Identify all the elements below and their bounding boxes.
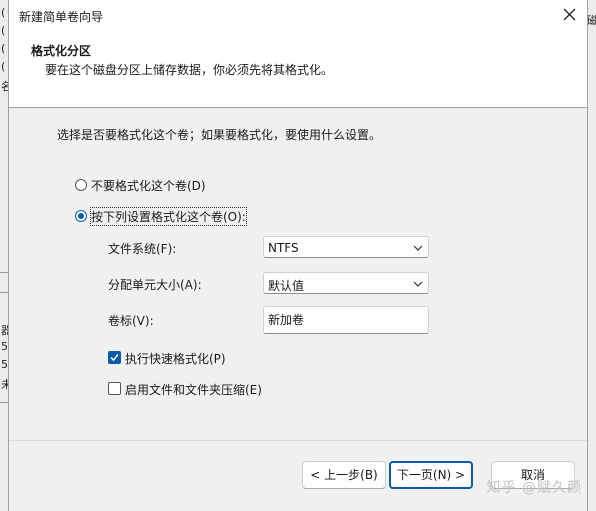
instruction-text: 选择是否要格式化这个卷；如果要格式化，要使用什么设置。 — [57, 128, 382, 142]
radio-no-format[interactable] — [75, 179, 87, 191]
filesystem-label: 文件系统(F): — [108, 242, 177, 256]
radio-format[interactable] — [75, 210, 87, 222]
bg-divider — [0, 402, 8, 403]
bg-fragment: 磁 — [587, 14, 596, 27]
page-subtitle: 要在这个磁盘分区上储存数据，你必须先将其格式化。 — [45, 63, 334, 77]
watermark: 知乎 @赋久颜 — [486, 480, 582, 496]
checkmark-icon — [110, 354, 119, 362]
wizard-header: 格式化分区 要在这个磁盘分区上储存数据，你必须先将其格式化。 — [9, 30, 587, 108]
radio-no-format-label[interactable]: 不要格式化这个卷(D) — [91, 177, 206, 194]
allocation-select[interactable]: 默认值 — [263, 272, 429, 294]
close-icon — [563, 8, 576, 21]
close-button[interactable] — [557, 2, 583, 28]
back-button[interactable]: < 上一步(B) — [302, 461, 386, 489]
compression-checkbox[interactable] — [108, 382, 121, 395]
footer-divider — [9, 440, 587, 441]
quick-format-label[interactable]: 执行快速格式化(P) — [125, 350, 226, 367]
title-bar[interactable]: 新建简单卷向导 — [9, 0, 587, 30]
chevron-down-icon — [413, 245, 423, 251]
page-title: 格式化分区 — [31, 44, 92, 58]
allocation-label: 分配单元大小(A): — [108, 278, 202, 292]
bg-fragment: 5 — [1, 340, 8, 353]
bg-fragment: ( — [1, 6, 6, 19]
window-title: 新建简单卷向导 — [19, 10, 104, 24]
allocation-value: 默认值 — [268, 279, 305, 293]
volume-label-input[interactable]: 新加卷 — [263, 306, 429, 334]
bg-fragment: 5 — [1, 358, 8, 371]
radio-format-label[interactable]: 按下列设置格式化这个卷(O): — [90, 207, 247, 226]
volume-label-value: 新加卷 — [268, 313, 305, 327]
bg-fragment: ( — [1, 42, 6, 55]
bg-divider — [0, 292, 8, 293]
filesystem-select[interactable]: NTFS — [263, 236, 429, 258]
new-simple-volume-wizard: 新建简单卷向导 格式化分区 要在这个磁盘分区上储存数据，你必须先将其格式化。 选… — [8, 0, 588, 511]
quick-format-checkbox[interactable] — [108, 351, 121, 364]
bg-divider — [0, 272, 8, 273]
next-button[interactable]: 下一页(N) > — [389, 461, 473, 489]
bg-fragment: ( — [1, 60, 6, 73]
filesystem-value: NTFS — [268, 241, 299, 255]
bg-fragment: ( — [1, 24, 6, 37]
compression-label[interactable]: 启用文件和文件夹压缩(E) — [125, 381, 262, 398]
volume-label-label: 卷标(V): — [108, 314, 154, 328]
chevron-down-icon — [413, 281, 423, 287]
